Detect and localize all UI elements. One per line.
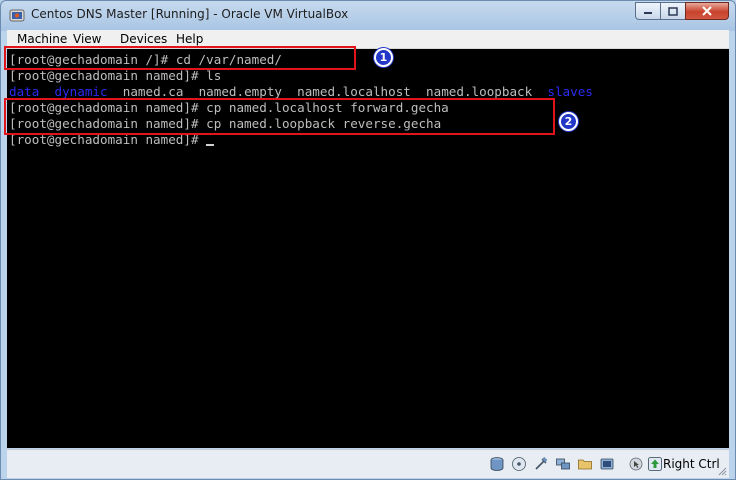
status-bar: Right Ctrl [7, 449, 729, 478]
menu-devices[interactable]: Devices [120, 32, 167, 46]
network-icon[interactable] [555, 456, 571, 472]
hard-disk-icon[interactable] [489, 456, 505, 472]
title-bar[interactable]: Centos DNS Master [Running] - Oracle VM … [1, 1, 735, 29]
terminal-line: [root@gechadomain named]# ls [9, 68, 221, 84]
virtualbox-app-icon [9, 9, 25, 22]
video-capture-icon[interactable] [599, 456, 615, 472]
close-icon [702, 6, 712, 16]
minimize-button[interactable] [635, 2, 661, 20]
menu-view[interactable]: View [73, 32, 101, 46]
file-entries: named.ca named.empty named.localhost nam… [107, 84, 548, 99]
annotation-box-1 [4, 46, 356, 70]
maximize-icon [668, 6, 678, 16]
annotation-marker-1: 1 [374, 48, 393, 67]
keyboard-capture-icon[interactable] [647, 456, 663, 472]
window-title: Centos DNS Master [Running] - Oracle VM … [31, 7, 349, 21]
annotation-box-2 [4, 98, 555, 135]
annotation-marker-2: 2 [559, 112, 578, 131]
directory-entry: slaves [547, 84, 593, 99]
usb-icon[interactable] [533, 456, 549, 472]
text-cursor [206, 144, 215, 146]
minimize-icon [644, 12, 652, 14]
host-key-label: Right Ctrl [663, 457, 720, 471]
shell-prompt: [root@gechadomain named]# [9, 68, 207, 83]
window-controls [635, 2, 729, 20]
close-button[interactable] [685, 2, 729, 20]
menu-machine[interactable]: Machine [17, 32, 67, 46]
shared-folders-icon[interactable] [577, 456, 593, 472]
virtualbox-window: Centos DNS Master [Running] - Oracle VM … [0, 0, 736, 480]
menu-help[interactable]: Help [176, 32, 203, 46]
directory-entry: dynamic [54, 84, 108, 99]
optical-drive-icon[interactable] [511, 456, 527, 472]
maximize-button[interactable] [660, 2, 686, 20]
resize-grip-icon[interactable] [717, 466, 727, 476]
mouse-integration-icon[interactable] [628, 456, 644, 472]
shell-command: ls [206, 68, 222, 83]
directory-entry: data [9, 84, 40, 99]
